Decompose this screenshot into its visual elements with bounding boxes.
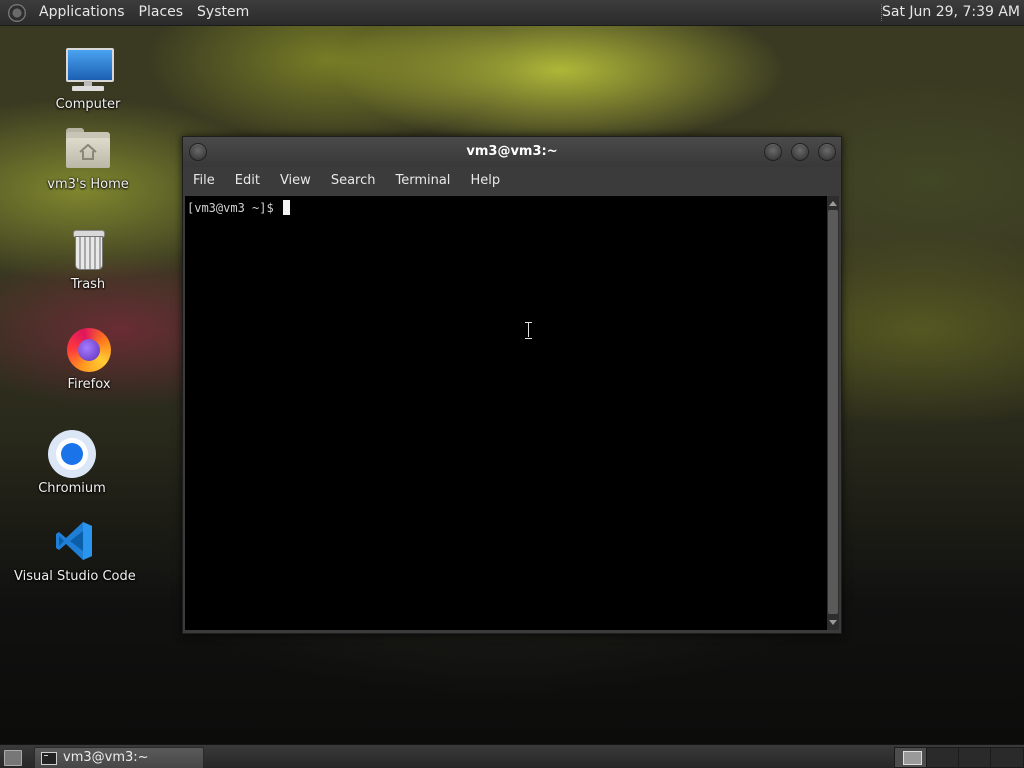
workspace-4[interactable] — [990, 747, 1024, 768]
workspace-2[interactable] — [926, 747, 960, 768]
terminal-icon — [41, 751, 57, 765]
taskbar-terminal-button[interactable]: vm3@vm3:~ — [34, 747, 204, 768]
desktop-icon-home[interactable]: vm3's Home — [28, 126, 148, 192]
terminal-window[interactable]: vm3@vm3:~ File Edit View Search Terminal… — [182, 136, 842, 634]
ibeam-cursor-icon — [525, 321, 533, 339]
scroll-thumb[interactable] — [828, 210, 838, 614]
desktop-icon-computer[interactable]: Computer — [28, 46, 148, 112]
distro-logo-icon[interactable] — [8, 3, 26, 22]
bottom-panel: vm3@vm3:~ — [0, 744, 1024, 768]
menu-file[interactable]: File — [183, 167, 225, 195]
terminal-prompt: [vm3@vm3 ~]$ — [187, 201, 281, 215]
menu-search[interactable]: Search — [321, 167, 386, 195]
menu-help[interactable]: Help — [460, 167, 510, 195]
vscode-icon — [50, 518, 98, 566]
top-menu: Applications Places System — [0, 0, 256, 25]
home-folder-icon — [64, 126, 112, 174]
chromium-icon — [48, 430, 96, 478]
show-desktop-icon[interactable] — [4, 750, 22, 766]
trash-icon — [64, 226, 112, 274]
desktop-icon-label: vm3's Home — [47, 177, 129, 192]
desktop-icon-vscode[interactable]: Visual Studio Code — [14, 518, 136, 584]
desktop-icon-firefox[interactable]: Firefox — [29, 326, 149, 392]
desktop-icon-label: Chromium — [38, 481, 106, 496]
menu-edit[interactable]: Edit — [225, 167, 270, 195]
top-panel: Applications Places System Sat Jun 29, 7… — [0, 0, 1024, 26]
taskbar-label: vm3@vm3:~ — [63, 750, 149, 765]
workspace-1[interactable] — [894, 747, 928, 768]
workspace-window-thumbnail — [903, 751, 922, 765]
desktop-icon-label: Firefox — [67, 377, 111, 392]
firefox-icon — [65, 326, 113, 374]
terminal-title: vm3@vm3:~ — [466, 144, 558, 159]
menu-system[interactable]: System — [190, 0, 256, 25]
workspace-3[interactable] — [958, 747, 992, 768]
computer-icon — [64, 46, 114, 94]
text-cursor — [282, 200, 290, 215]
terminal-screen[interactable]: [vm3@vm3 ~]$ — [185, 196, 827, 630]
terminal-scrollbar[interactable] — [827, 196, 839, 630]
clock[interactable]: Sat Jun 29, 7:39 AM — [874, 0, 1024, 25]
menu-terminal[interactable]: Terminal — [385, 167, 460, 195]
desktop-icon-trash[interactable]: Trash — [28, 226, 148, 292]
minimize-button[interactable] — [764, 143, 782, 161]
menu-view[interactable]: View — [270, 167, 321, 195]
desktop-icon-label: Computer — [55, 97, 121, 112]
scroll-down-arrow-icon[interactable] — [829, 620, 837, 625]
close-button[interactable] — [818, 143, 836, 161]
terminal-titlebar[interactable]: vm3@vm3:~ — [183, 137, 841, 167]
desktop-icon-label: Visual Studio Code — [14, 569, 136, 584]
desktop-icon-label: Trash — [70, 277, 106, 292]
scroll-up-arrow-icon[interactable] — [829, 201, 837, 206]
menu-applications[interactable]: Applications — [32, 0, 132, 25]
terminal-prompt-line: [vm3@vm3 ~]$ — [187, 200, 290, 215]
menu-places[interactable]: Places — [132, 0, 191, 25]
terminal-menubar: File Edit View Search Terminal Help — [183, 167, 841, 195]
maximize-button[interactable] — [791, 143, 809, 161]
desktop-icon-chromium[interactable]: Chromium — [12, 430, 132, 496]
